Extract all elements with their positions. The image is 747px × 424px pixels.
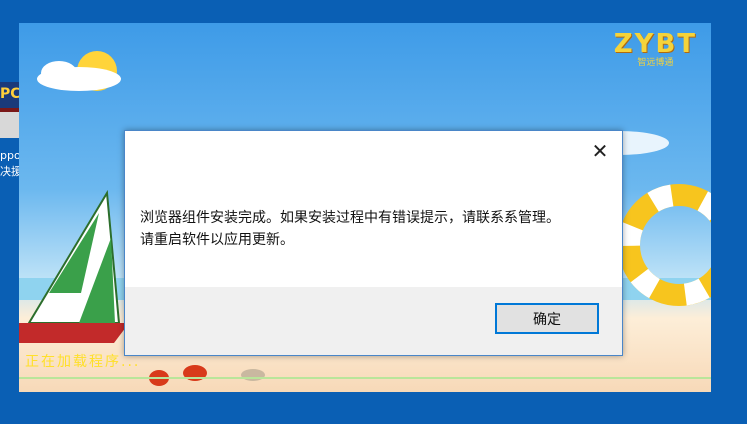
- ok-button[interactable]: 确定: [495, 303, 599, 334]
- dialog-message-line2: 请重启软件以应用更新。: [140, 232, 294, 248]
- shortcut-thumbnail: PC: [0, 82, 21, 138]
- close-icon[interactable]: ✕: [588, 139, 612, 163]
- dialog-message-line1: 浏览器组件安装完成。如果安装过程中有错误提示，请联系系管理。: [140, 210, 560, 226]
- desktop-shortcut-icon[interactable]: PC ppo 决援: [0, 82, 21, 182]
- brand-logo: ZYBT 智远博通: [614, 29, 697, 68]
- shortcut-label-line1: ppo: [0, 149, 20, 162]
- shoe: [241, 369, 265, 381]
- shortcut-label-line2: 决援: [0, 165, 20, 178]
- dialog-footer: 确定: [125, 287, 622, 355]
- boat-hull: [19, 323, 129, 343]
- dialog-message: 浏览器组件安装完成。如果安装过程中有错误提示，请联系系管理。 请重启软件以应用更…: [140, 207, 608, 251]
- shortcut-thumb-text: PC: [0, 86, 21, 102]
- loading-progress-line: [19, 377, 711, 379]
- message-dialog: ✕ 浏览器组件安装完成。如果安装过程中有错误提示，请联系系管理。 请重启软件以应…: [124, 130, 623, 356]
